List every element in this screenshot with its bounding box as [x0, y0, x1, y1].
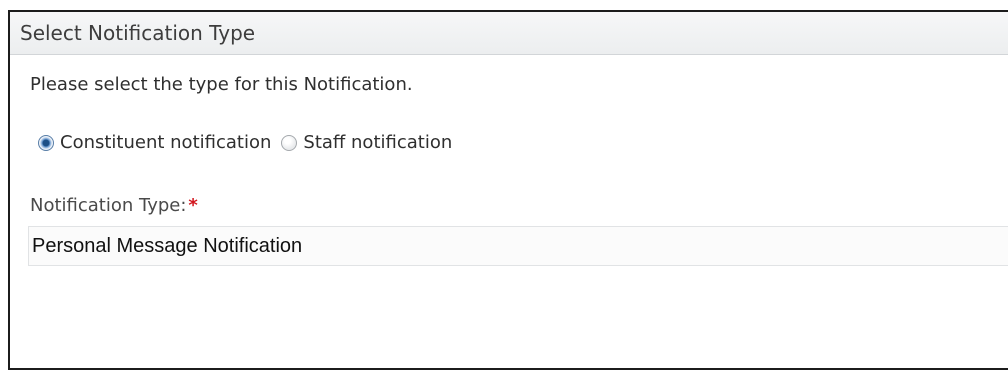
notification-type-value: Personal Message Notification — [32, 234, 303, 257]
instructions-text: Please select the type for this Notifica… — [30, 74, 413, 95]
notification-type-label: Notification Type: * — [30, 195, 198, 216]
notification-type-dialog: Select Notification Type Please select t… — [8, 10, 1008, 370]
dialog-header: Select Notification Type — [10, 12, 1008, 55]
notification-type-select[interactable]: Personal Message Notification — [28, 226, 1008, 266]
notification-kind-radio-group: Constituent notification Staff notificat… — [38, 132, 462, 153]
required-asterisk: * — [188, 195, 198, 216]
constituent-notification-radio[interactable] — [38, 134, 54, 151]
constituent-notification-label[interactable]: Constituent notification — [60, 132, 271, 153]
notification-type-label-text: Notification Type: — [30, 195, 187, 216]
staff-notification-radio[interactable] — [281, 134, 298, 151]
constituent-notification-option[interactable]: Constituent notification — [38, 132, 271, 153]
dialog-title: Select Notification Type — [20, 21, 256, 45]
staff-notification-label[interactable]: Staff notification — [303, 132, 452, 153]
staff-notification-option[interactable]: Staff notification — [281, 132, 452, 153]
